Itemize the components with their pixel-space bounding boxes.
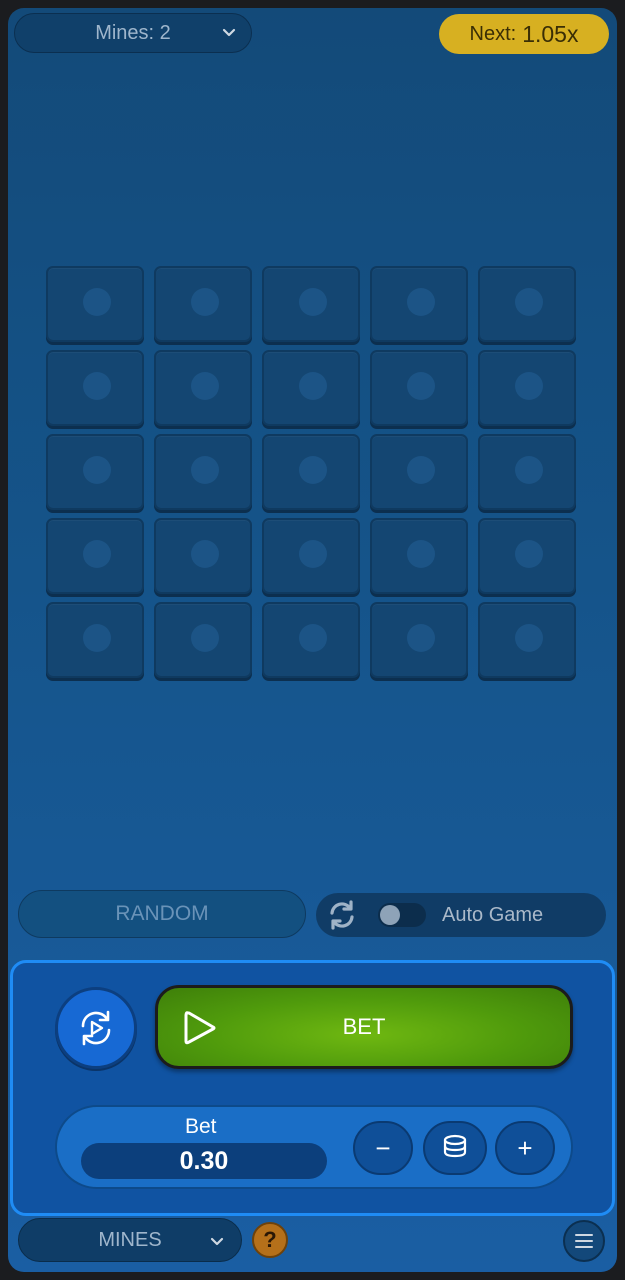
mine-tile[interactable] [478, 350, 576, 426]
mines-board [46, 266, 576, 678]
mine-tile[interactable] [370, 434, 468, 510]
tile-dot [191, 372, 219, 400]
help-button[interactable]: ? [252, 1222, 288, 1258]
top-bar: Mines: 2 Next: 1.05x [8, 8, 617, 60]
bet-title: Bet [185, 1115, 217, 1138]
help-icon: ? [263, 1227, 277, 1252]
bet-presets-button[interactable] [423, 1121, 487, 1175]
mines-count-label: Mines: 2 [95, 21, 171, 44]
mine-tile[interactable] [370, 602, 468, 678]
mine-tile[interactable] [154, 350, 252, 426]
random-button[interactable]: RANDOM [18, 890, 306, 938]
bet-button-label: BET [342, 1014, 386, 1039]
mine-tile[interactable] [46, 350, 144, 426]
tile-dot [191, 288, 219, 316]
tile-dot [515, 456, 543, 484]
auto-game-control: Auto Game [316, 893, 606, 937]
auto-game-label: Auto Game [442, 904, 544, 926]
game-frame: Mines: 2 Next: 1.05x RANDOM Auto Game BE… [8, 8, 617, 1272]
bet-panel: BET Bet 0.30 − + [10, 960, 615, 1216]
mine-tile[interactable] [262, 434, 360, 510]
mine-tile[interactable] [46, 518, 144, 594]
mine-tile[interactable] [262, 266, 360, 342]
mine-tile[interactable] [262, 602, 360, 678]
mine-tile[interactable] [262, 350, 360, 426]
game-select-label: MINES [98, 1228, 162, 1251]
plus-icon: + [517, 1132, 533, 1163]
random-button-label: RANDOM [115, 902, 209, 925]
mine-tile[interactable] [478, 602, 576, 678]
tile-dot [407, 456, 435, 484]
tile-dot [299, 540, 327, 568]
mine-tile[interactable] [46, 434, 144, 510]
next-multiplier-value: 1.05x [522, 20, 579, 47]
decrease-bet-button[interactable]: − [353, 1121, 413, 1175]
tile-dot [515, 624, 543, 652]
mine-tile[interactable] [46, 602, 144, 678]
tile-dot [83, 372, 111, 400]
mine-tile[interactable] [478, 518, 576, 594]
mine-tile[interactable] [370, 518, 468, 594]
tile-dot [299, 288, 327, 316]
mine-tile[interactable] [154, 266, 252, 342]
coins-icon [443, 1134, 467, 1158]
increase-bet-button[interactable]: + [495, 1121, 555, 1175]
mine-tile[interactable] [478, 434, 576, 510]
tile-dot [299, 372, 327, 400]
tile-dot [191, 456, 219, 484]
bet-button[interactable]: BET [155, 985, 573, 1069]
mine-tile[interactable] [154, 434, 252, 510]
tile-dot [83, 456, 111, 484]
autoplay-button[interactable] [55, 987, 137, 1069]
minus-icon: − [375, 1132, 391, 1163]
mine-tile[interactable] [262, 518, 360, 594]
next-label: Next: [469, 22, 517, 45]
refresh-icon[interactable] [324, 897, 360, 933]
tile-dot [299, 456, 327, 484]
mine-tile[interactable] [478, 266, 576, 342]
mine-tile[interactable] [370, 350, 468, 426]
autoplay-icon [81, 1010, 111, 1046]
tile-dot [83, 540, 111, 568]
tile-dot [191, 624, 219, 652]
mine-tile[interactable] [370, 266, 468, 342]
menu-button[interactable] [563, 1220, 605, 1262]
next-multiplier-badge: Next: 1.05x [439, 14, 609, 54]
tile-dot [83, 624, 111, 652]
play-icon [184, 1011, 216, 1045]
menu-icon [575, 1234, 593, 1248]
tile-dot [407, 624, 435, 652]
bet-amount-input[interactable]: 0.30 [81, 1143, 327, 1179]
chevron-down-icon [222, 28, 236, 37]
toggle-knob [380, 905, 400, 925]
game-select[interactable]: MINES [18, 1218, 242, 1262]
tile-dot [515, 288, 543, 316]
tile-dot [407, 372, 435, 400]
tile-dot [515, 372, 543, 400]
tile-dot [407, 540, 435, 568]
mine-tile[interactable] [154, 602, 252, 678]
mine-tile[interactable] [154, 518, 252, 594]
tile-dot [299, 624, 327, 652]
mines-count-select[interactable]: Mines: 2 [14, 13, 252, 53]
tile-dot [191, 540, 219, 568]
bet-amount-value: 0.30 [179, 1146, 229, 1175]
bet-amount-control: Bet 0.30 − + [55, 1105, 573, 1189]
tile-dot [407, 288, 435, 316]
auto-game-toggle[interactable] [378, 903, 426, 927]
chevron-down-icon [210, 1237, 224, 1246]
mine-tile[interactable] [46, 266, 144, 342]
tile-dot [515, 540, 543, 568]
tile-dot [83, 288, 111, 316]
